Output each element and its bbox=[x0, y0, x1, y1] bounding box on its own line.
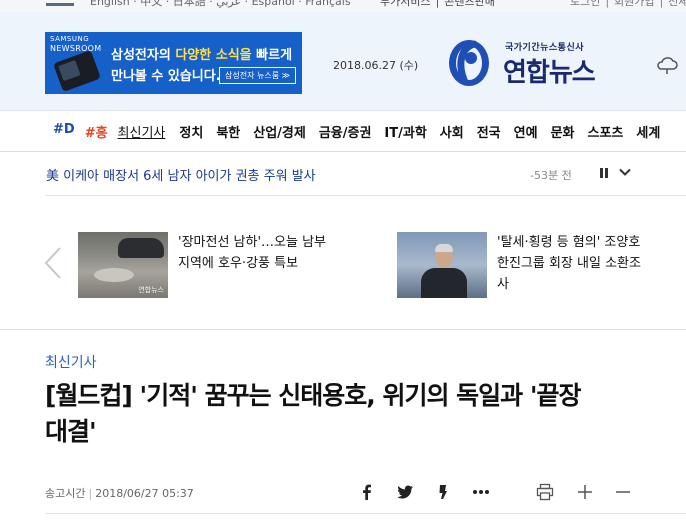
nav-item-latest[interactable]: 최신기사 bbox=[118, 122, 166, 141]
ticker-headline[interactable]: 美 이케아 매장서 6세 남자 아이가 권총 주워 발사 bbox=[46, 165, 316, 184]
header-date: 2018.06.27 (수) bbox=[333, 59, 419, 72]
nav-item-sports[interactable]: 스포츠 bbox=[587, 122, 623, 141]
site-header: SAMSUNG NEWSROOM 삼성전자의 다양한 소식을 빠르게 만나볼 수… bbox=[0, 12, 686, 110]
thumbnail-watermark: 연합뉴스 bbox=[138, 286, 164, 294]
publish-time: 2018/06/27 05:37 bbox=[95, 487, 194, 500]
font-plus-icon[interactable] bbox=[576, 483, 594, 501]
ad-cta-button[interactable]: 삼성전자 뉴스룸 ≫ bbox=[219, 67, 296, 84]
card-title[interactable]: '장마전선 남하'…오늘 남부 지역에 호우·강풍 특보 bbox=[178, 232, 368, 274]
utility-bar: English · 中文 · 日本語 · عربي · Español · Fr… bbox=[0, 0, 686, 12]
card-title[interactable]: '탈세·횡령 등 혐의' 조양호 한진그룹 회장 내일 소환조 사 bbox=[497, 232, 686, 295]
article-header: 최신기사 [월드컵] '기적' 꿈꾸는 신태용호, 위기의 독일과 '끝장 대결… bbox=[45, 330, 686, 528]
ad-brand-top: SAMSUNG bbox=[50, 35, 90, 43]
publish-label: 송고시간 bbox=[45, 487, 86, 500]
card-thumbnail[interactable]: 연합뉴스 bbox=[78, 232, 168, 298]
nav-item-hash-heung[interactable]: #흥 bbox=[85, 122, 108, 141]
carousel-card[interactable]: '탈세·횡령 등 혐의' 조양호 한진그룹 회장 내일 소환조 사 bbox=[397, 232, 686, 298]
pause-icon[interactable] bbox=[600, 168, 610, 179]
ad-headline: 삼성전자의 다양한 소식을 빠르게 bbox=[111, 48, 293, 63]
nav-item-world[interactable]: 세계 bbox=[636, 122, 660, 141]
nav-item-culture[interactable]: 문화 bbox=[551, 122, 575, 141]
nav-item-hash-d[interactable]: #D bbox=[53, 122, 75, 141]
section-label[interactable]: 최신기사 bbox=[45, 352, 97, 372]
nav-item-entertainment[interactable]: 연예 bbox=[514, 122, 538, 141]
facebook-icon[interactable] bbox=[358, 483, 376, 501]
nav-item-finance[interactable]: 금융/증권 bbox=[319, 122, 372, 141]
card-thumbnail[interactable] bbox=[397, 232, 487, 298]
nav-item-society[interactable]: 사회 bbox=[440, 122, 464, 141]
yonhap-logo-icon[interactable] bbox=[447, 38, 491, 88]
nav-item-economy[interactable]: 산업/경제 bbox=[253, 122, 306, 141]
chevron-down-icon[interactable] bbox=[619, 166, 631, 178]
article-headline: [월드컵] '기적' 꿈꾸는 신태용호, 위기의 독일과 '끝장 대결' bbox=[45, 381, 582, 446]
kakao-story-icon[interactable] bbox=[434, 483, 452, 501]
main-nav: #D #흥 최신기사 정치 북한 산업/경제 금융/증권 IT/과학 사회 전국… bbox=[0, 110, 686, 152]
nav-item-north-korea[interactable]: 북한 bbox=[216, 122, 240, 141]
service-links[interactable]: 부가서비스 │ 콘텐츠판매 bbox=[380, 0, 495, 9]
breaking-ticker: 美 이케아 매장서 6세 남자 아이가 권총 주워 발사 -53분 전 bbox=[45, 152, 686, 196]
divider bbox=[45, 513, 686, 514]
ad-subline: 만나볼 수 있습니다. bbox=[111, 69, 221, 84]
nav-item-politics[interactable]: 정치 bbox=[179, 122, 203, 141]
ad-banner[interactable]: SAMSUNG NEWSROOM 삼성전자의 다양한 소식을 빠르게 만나볼 수… bbox=[45, 32, 302, 94]
print-icon[interactable] bbox=[536, 483, 554, 501]
news-carousel: 연합뉴스 '장마전선 남하'…오늘 남부 지역에 호우·강풍 특보 '탈세·횡령… bbox=[0, 196, 686, 330]
font-minus-icon[interactable] bbox=[614, 483, 632, 501]
twitter-icon[interactable] bbox=[396, 483, 414, 501]
account-links[interactable]: 로그인 │ 회원가입 │ 전체 bbox=[570, 0, 686, 9]
logo-wordmark[interactable]: 연합뉴스 bbox=[503, 52, 596, 89]
article-meta: 송고시간 | 2018/06/27 05:37 bbox=[45, 487, 194, 500]
carousel-card[interactable]: 연합뉴스 '장마전선 남하'…오늘 남부 지역에 호우·강풍 특보 bbox=[78, 232, 368, 298]
samsung-logo-icon[interactable] bbox=[46, 0, 74, 6]
chevron-left-icon[interactable] bbox=[43, 246, 63, 280]
nav-item-national[interactable]: 전국 bbox=[477, 122, 501, 141]
ad-brand-bottom: NEWSROOM bbox=[50, 44, 102, 53]
language-links[interactable]: English · 中文 · 日本語 · عربي · Español · Fr… bbox=[90, 0, 351, 9]
nav-item-it-science[interactable]: IT/과학 bbox=[384, 122, 426, 141]
ticker-time: -53분 전 bbox=[530, 169, 572, 182]
weather-cloud-icon[interactable] bbox=[655, 52, 679, 76]
phone-icon bbox=[53, 50, 101, 92]
more-icon[interactable] bbox=[472, 483, 490, 501]
